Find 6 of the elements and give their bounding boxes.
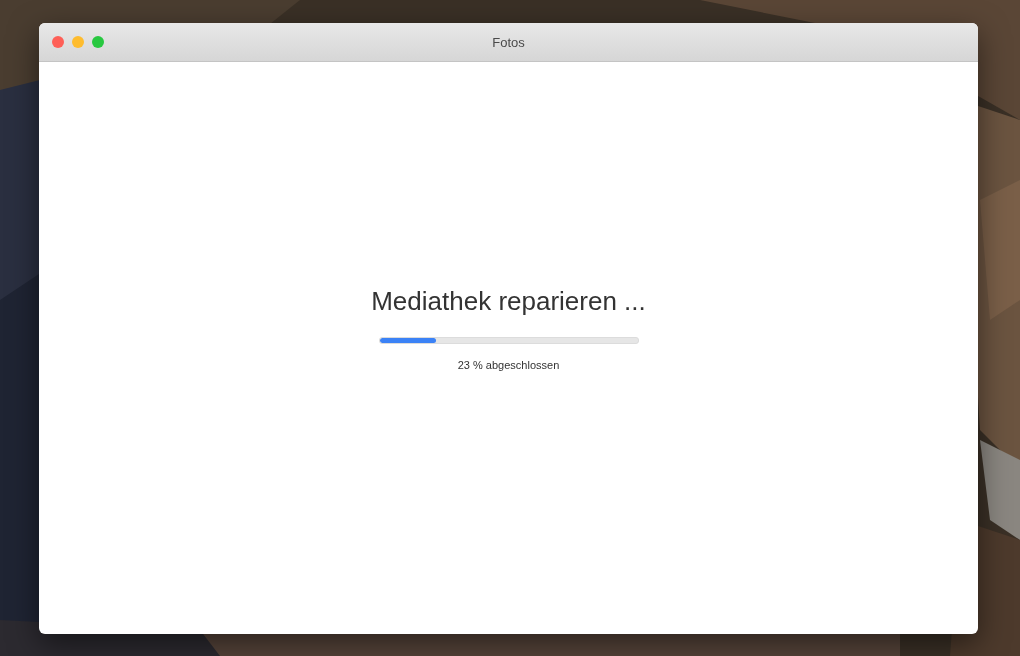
window-title: Fotos [492, 34, 525, 50]
zoom-button[interactable] [92, 36, 104, 48]
minimize-button[interactable] [72, 36, 84, 48]
close-button[interactable] [52, 36, 64, 48]
progress-caption: 23 % abgeschlossen [457, 358, 560, 371]
heading: Mediathek reparieren ... [371, 285, 646, 317]
